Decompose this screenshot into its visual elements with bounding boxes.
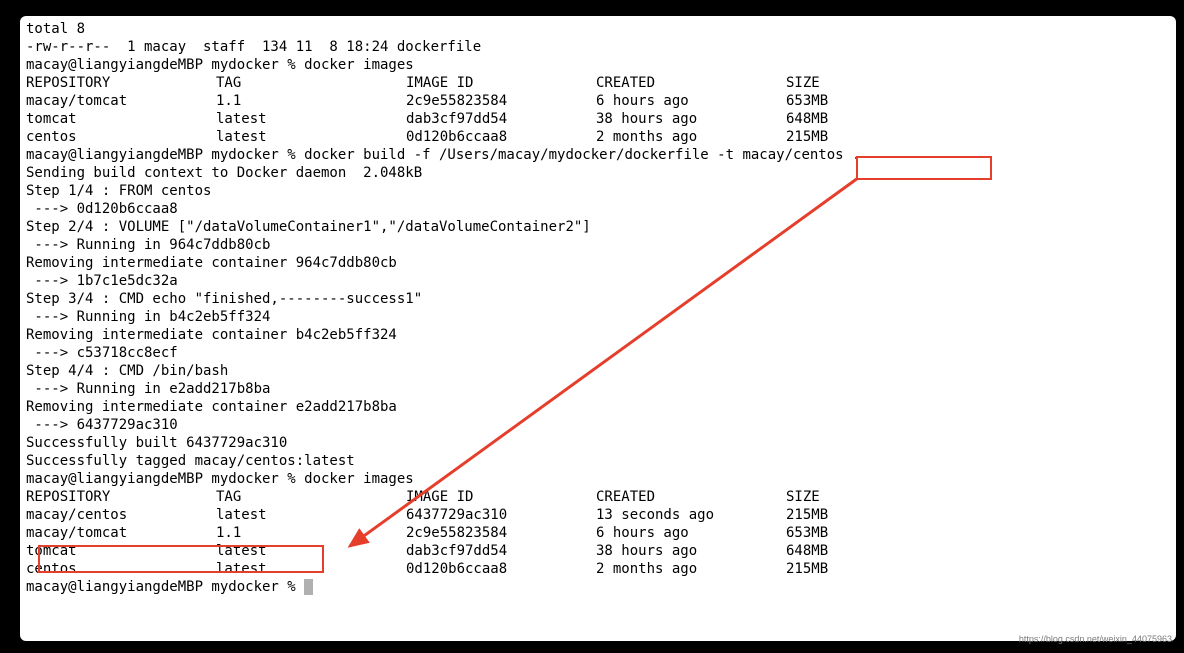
window-frame: total 8 -rw-r--r-- 1 macay staff 134 11 … bbox=[6, 6, 1178, 647]
annotation-box-new-image-row bbox=[38, 545, 324, 573]
annotation-box-build-tag bbox=[856, 156, 992, 180]
watermark-text: https://blog.csdn.net/weixin_44075963 bbox=[1019, 634, 1172, 644]
cursor bbox=[304, 579, 313, 595]
terminal-output[interactable]: total 8 -rw-r--r-- 1 macay staff 134 11 … bbox=[20, 16, 1176, 596]
terminal-window[interactable]: total 8 -rw-r--r-- 1 macay staff 134 11 … bbox=[20, 16, 1176, 641]
